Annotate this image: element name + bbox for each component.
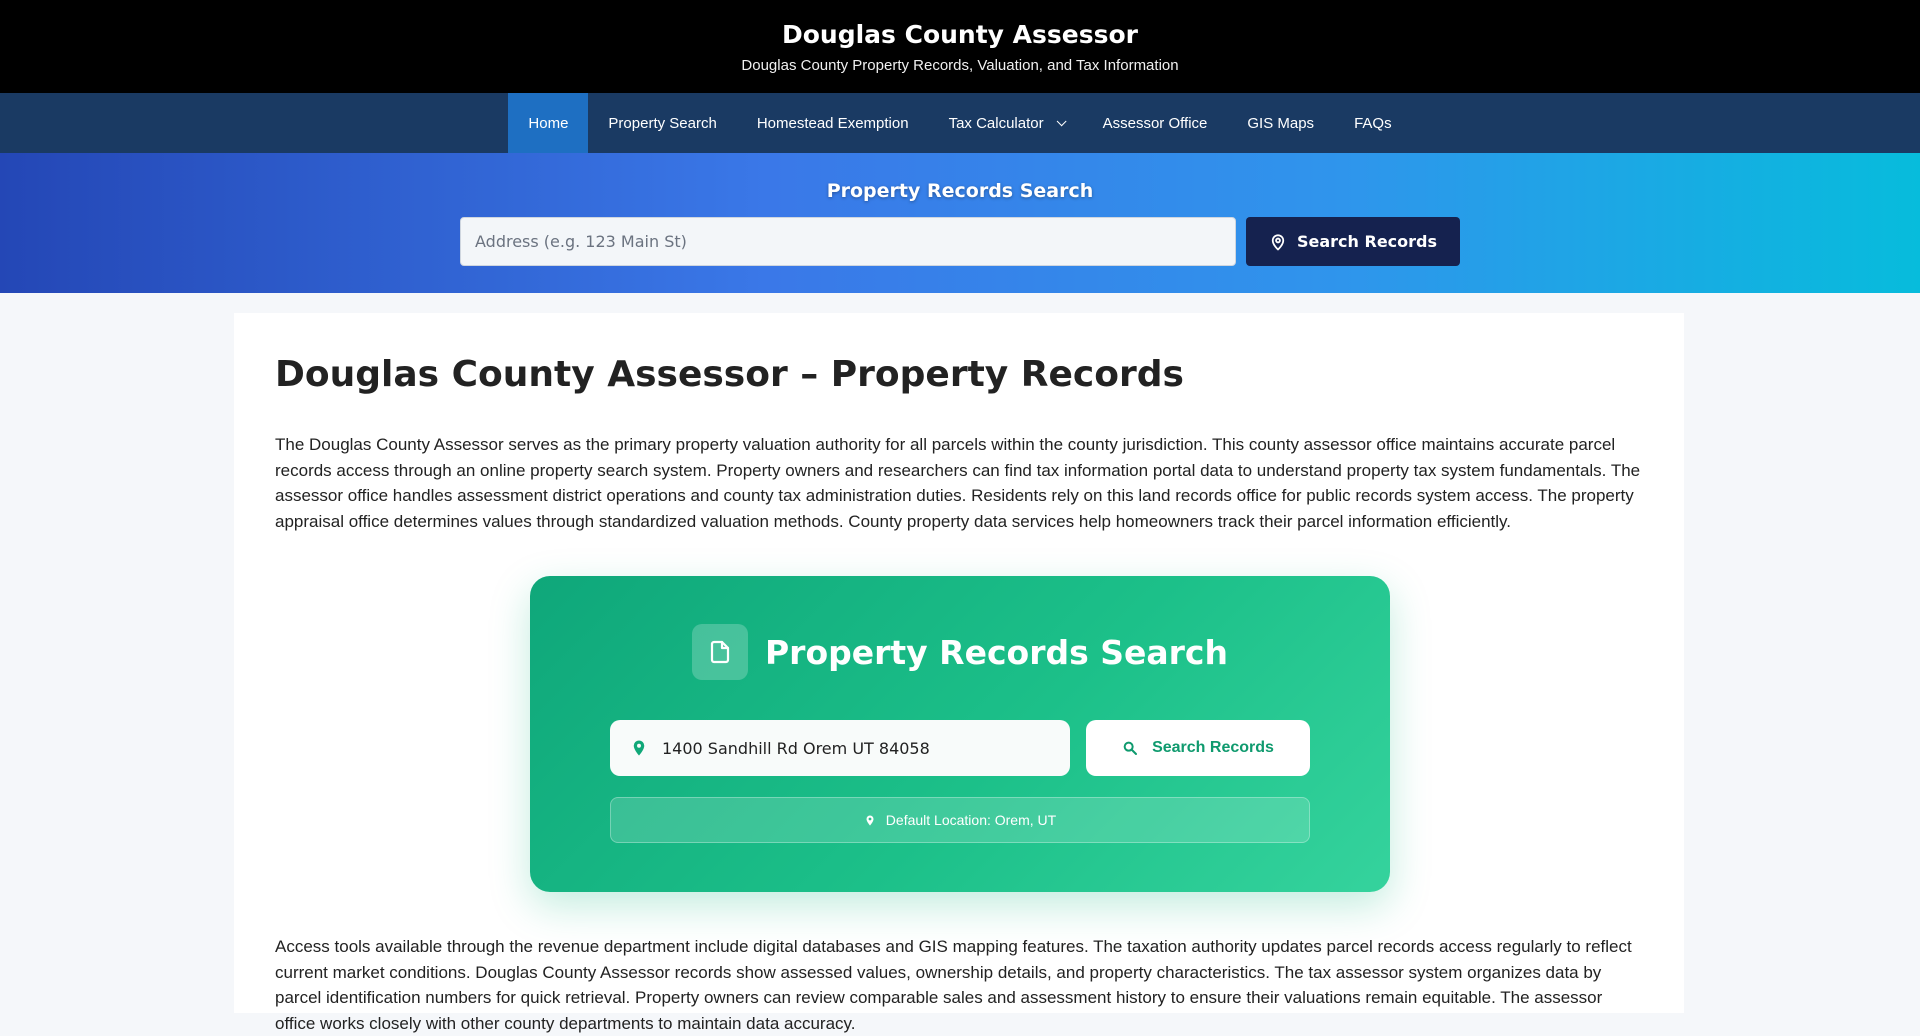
- nav-item-tax-calculator[interactable]: Tax Calculator: [929, 93, 1083, 153]
- map-pin-icon: [1271, 233, 1285, 250]
- page-title: Douglas County Assessor – Property Recor…: [275, 354, 1184, 395]
- default-location-badge: Default Location: Orem, UT: [610, 797, 1310, 843]
- nav-item-label: Tax Calculator: [948, 114, 1044, 132]
- nav-item-gis-maps[interactable]: GIS Maps: [1227, 93, 1334, 153]
- nav-item-property-search[interactable]: Property Search: [588, 93, 736, 153]
- site-tagline: Douglas County Property Records, Valuati…: [741, 57, 1179, 74]
- main-nav: Home Property Search Homestead Exemption…: [0, 93, 1920, 153]
- nav-item-assessor-office[interactable]: Assessor Office: [1083, 93, 1228, 153]
- nav-item-label: Property Search: [608, 114, 717, 132]
- widget-title: Property Records Search: [765, 632, 1228, 672]
- widget-search-button-label: Search Records: [1152, 739, 1274, 756]
- hero-search-button[interactable]: Search Records: [1246, 217, 1460, 266]
- widget-address-input[interactable]: [662, 738, 1042, 758]
- nav-item-homestead-exemption[interactable]: Homestead Exemption: [737, 93, 929, 153]
- nav-item-faqs[interactable]: FAQs: [1334, 93, 1412, 153]
- chevron-down-icon: [1056, 115, 1067, 126]
- site-title: Douglas County Assessor: [781, 20, 1139, 49]
- nav-item-label: Assessor Office: [1102, 114, 1208, 132]
- map-pin-icon: [866, 815, 874, 825]
- hero-search-button-label: Search Records: [1296, 232, 1438, 251]
- widget-search-button[interactable]: Search Records: [1086, 720, 1310, 776]
- hero-title: Property Records Search: [826, 180, 1094, 202]
- widget-address-field[interactable]: [610, 720, 1070, 776]
- search-icon: [1123, 741, 1138, 755]
- address-search-input[interactable]: [460, 217, 1236, 266]
- document-icon: [692, 624, 748, 680]
- nav-item-home[interactable]: Home: [508, 93, 589, 153]
- default-location-text: Default Location: Orem, UT: [885, 812, 1057, 828]
- nav-item-label: GIS Maps: [1247, 114, 1315, 132]
- nav-item-label: Home: [528, 114, 569, 132]
- site-header: Douglas County Assessor Douglas County P…: [0, 0, 1920, 93]
- map-pin-icon: [633, 740, 645, 756]
- intro-paragraph: The Douglas County Assessor serves as th…: [275, 435, 1641, 531]
- widget-title-row: Property Records Search: [530, 624, 1390, 680]
- property-search-widget: Property Records Search Search Records D…: [530, 576, 1390, 892]
- access-paragraph: Access tools available through the reven…: [275, 937, 1632, 1033]
- hero-search-row: Search Records: [0, 217, 1920, 266]
- hero-search: Property Records Search Search Records: [0, 153, 1920, 293]
- content-card: Douglas County Assessor – Property Recor…: [234, 313, 1684, 1033]
- nav-item-label: Homestead Exemption: [756, 114, 909, 132]
- nav-item-label: FAQs: [1354, 114, 1392, 132]
